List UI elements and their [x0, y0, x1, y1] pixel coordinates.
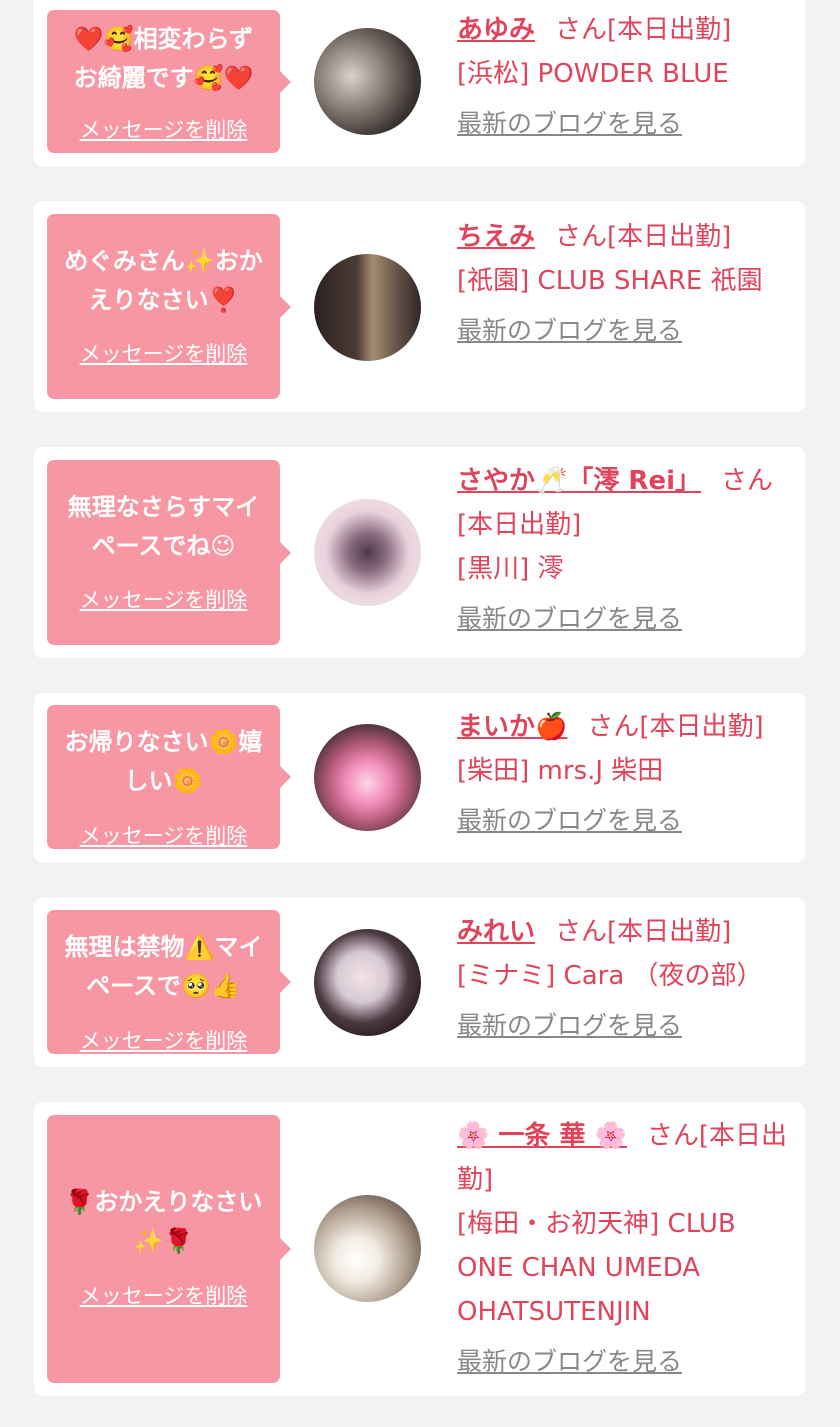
latest-blog-link[interactable]: 最新のブログを見る	[457, 1010, 793, 1042]
cast-info: まいか🍎 さん[本日出勤] [柴田] mrs.J 柴田 最新のブログを見る	[457, 705, 793, 837]
message-bubble: 無理なさらすマイ ペースでね😉 メッセージを削除	[47, 460, 291, 645]
message-card: 無理なさらすマイ ペースでね😉 メッセージを削除 さやか🥂「澪 Rei」 さん[本…	[34, 447, 805, 658]
delete-message-link[interactable]: メッセージを削除	[47, 117, 280, 143]
cast-info: ちえみ さん[本日出勤] [祇園] CLUB SHARE 祇園 最新のブログを見る	[457, 215, 793, 347]
message-bubble: お帰りなさい🌼嬉 しい🌼 メッセージを削除	[47, 705, 291, 849]
message-bubble: 🌹おかえりなさい ✨🌹 メッセージを削除	[47, 1115, 291, 1383]
latest-blog-link[interactable]: 最新のブログを見る	[457, 315, 793, 347]
cast-info: あゆみ さん[本日出勤] [浜松] POWDER BLUE 最新のブログを見る	[457, 8, 793, 140]
avatar[interactable]	[314, 28, 421, 135]
message-card: 🌹おかえりなさい ✨🌹 メッセージを削除 🌸 一条 華 🌸 さん[本日出勤] [梅…	[34, 1102, 805, 1396]
cast-info: 🌸 一条 華 🌸 さん[本日出勤] [梅田・お初天神] CLUB ONE CHAN…	[457, 1114, 793, 1378]
avatar[interactable]	[314, 499, 421, 606]
delete-message-link[interactable]: メッセージを削除	[47, 1283, 280, 1309]
shop-name: [柴田] mrs.J 柴田	[457, 756, 664, 786]
message-card: 無理は禁物⚠️マイ ペースで🥺👍 メッセージを削除 みれい さん[本日出勤] [ミ…	[34, 898, 805, 1067]
message-text: ❤️🥰相変わらず お綺麗です🥰❤️	[73, 25, 254, 92]
cast-info: みれい さん[本日出勤] [ミナミ] Cara （夜の部） 最新のブログを見る	[457, 910, 793, 1042]
attendance-status: さん[本日出勤]	[587, 712, 764, 742]
shop-name: [黒川] 澪	[457, 554, 564, 584]
message-text: お帰りなさい🌼嬉 しい🌼	[64, 728, 263, 795]
attendance-status: さん[本日出勤]	[555, 15, 732, 45]
latest-blog-link[interactable]: 最新のブログを見る	[457, 603, 793, 635]
avatar[interactable]	[314, 929, 421, 1036]
message-bubble: ❤️🥰相変わらず お綺麗です🥰❤️ メッセージを削除	[47, 10, 291, 153]
message-bubble: 無理は禁物⚠️マイ ペースで🥺👍 メッセージを削除	[47, 910, 291, 1054]
cast-name-link[interactable]: あゆみ	[457, 15, 535, 45]
avatar[interactable]	[314, 1195, 421, 1302]
delete-message-link[interactable]: メッセージを削除	[47, 1028, 280, 1054]
cast-info: さやか🥂「澪 Rei」 さん[本日出勤] [黒川] 澪 最新のブログを見る	[457, 459, 793, 635]
message-bubble: めぐみさん✨おか えりなさい❣️ メッセージを削除	[47, 214, 291, 399]
shop-name: [祇園] CLUB SHARE 祇園	[457, 266, 763, 296]
avatar[interactable]	[314, 724, 421, 831]
cast-name-link[interactable]: 🌸 一条 華 🌸	[457, 1121, 627, 1151]
message-card: めぐみさん✨おか えりなさい❣️ メッセージを削除 ちえみ さん[本日出勤] [祇…	[34, 201, 805, 412]
shop-name: [浜松] POWDER BLUE	[457, 59, 729, 89]
message-text: めぐみさん✨おか えりなさい❣️	[64, 247, 263, 314]
shop-name: [ミナミ] Cara （夜の部）	[457, 961, 763, 991]
delete-message-link[interactable]: メッセージを削除	[47, 823, 280, 849]
latest-blog-link[interactable]: 最新のブログを見る	[457, 805, 793, 837]
attendance-status: さん[本日出勤]	[555, 222, 732, 252]
latest-blog-link[interactable]: 最新のブログを見る	[457, 108, 793, 140]
avatar[interactable]	[314, 254, 421, 361]
message-card: お帰りなさい🌼嬉 しい🌼 メッセージを削除 まいか🍎 さん[本日出勤] [柴田] …	[34, 693, 805, 862]
cast-name-link[interactable]: ちえみ	[457, 222, 535, 252]
cast-name-link[interactable]: まいか🍎	[457, 712, 567, 742]
message-text: 無理は禁物⚠️マイ ペースで🥺👍	[64, 933, 263, 1000]
shop-name: [梅田・お初天神] CLUB ONE CHAN UMEDA OHATSUTENJ…	[457, 1209, 736, 1327]
attendance-status: さん[本日出勤]	[555, 917, 732, 947]
latest-blog-link[interactable]: 最新のブログを見る	[457, 1346, 793, 1378]
cast-name-link[interactable]: みれい	[457, 917, 535, 947]
message-text: 無理なさらすマイ ペースでね😉	[67, 493, 260, 560]
delete-message-link[interactable]: メッセージを削除	[47, 587, 280, 613]
cast-name-link[interactable]: さやか🥂「澪 Rei」	[457, 466, 701, 496]
message-text: 🌹おかえりなさい ✨🌹	[64, 1188, 263, 1255]
message-card: ❤️🥰相変わらず お綺麗です🥰❤️ メッセージを削除 あゆみ さん[本日出勤] […	[34, 0, 805, 166]
delete-message-link[interactable]: メッセージを削除	[47, 341, 280, 367]
